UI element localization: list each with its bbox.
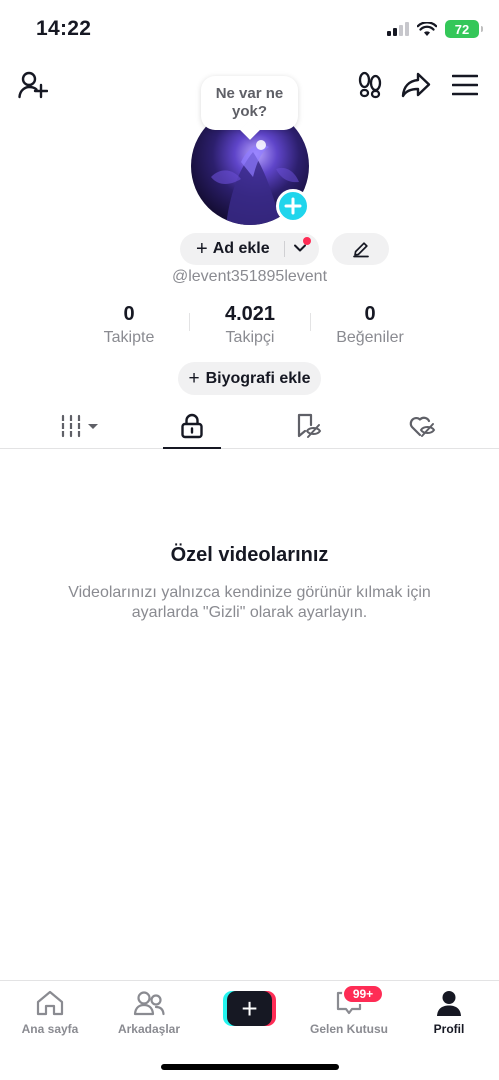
status-icons: 72 — [387, 20, 483, 38]
note-bubble[interactable]: Ne var ne yok? — [201, 76, 298, 130]
plus-icon: + — [188, 367, 200, 389]
followers-count: 4.021 — [224, 303, 276, 325]
home-icon — [36, 990, 64, 1016]
status-bar: 14:22 72 — [0, 0, 499, 56]
nav-inbox-label: Gelen Kutusu — [309, 1022, 388, 1036]
pencil-icon — [352, 242, 369, 258]
following-count: 0 — [123, 303, 135, 325]
share-icon — [401, 72, 431, 98]
wifi-icon — [417, 21, 437, 36]
menu-button[interactable] — [451, 72, 479, 98]
create-button[interactable]: + — [223, 991, 276, 1026]
nav-home[interactable]: Ana sayfa — [5, 987, 95, 1036]
profile-icon — [437, 991, 461, 1016]
add-bio-button[interactable]: + Biyografi ekle — [178, 362, 321, 395]
note-bubble-text: Ne var ne yok? — [215, 85, 284, 120]
tab-videos[interactable] — [35, 404, 125, 448]
nav-home-label: Ana sayfa — [21, 1022, 79, 1036]
cellular-signal-icon — [387, 22, 409, 36]
likes-count: 0 — [364, 303, 376, 325]
footprint-icon — [358, 71, 382, 99]
username: @levent351895levent — [171, 268, 328, 285]
add-avatar-button[interactable] — [276, 189, 310, 223]
empty-state-description: Videolarınızı yalnızca kendinize görünür… — [68, 584, 431, 621]
grid-icon — [60, 414, 98, 438]
profile-tabs — [0, 404, 499, 449]
nav-friends-label: Arkadaşlar — [117, 1022, 181, 1036]
profile-views-button[interactable] — [355, 70, 385, 100]
following-stat[interactable]: 0 Takipte — [64, 303, 194, 347]
likes-stat[interactable]: 0 Beğeniler — [305, 303, 435, 347]
battery-level: 72 — [454, 21, 470, 37]
nav-profile-label: Profil — [433, 1022, 465, 1036]
notification-dot — [303, 237, 311, 245]
followers-stat[interactable]: 4.021 Takipçi — [185, 303, 315, 347]
likes-label: Beğeniler — [336, 329, 404, 346]
edit-profile-button[interactable] — [332, 233, 389, 265]
plus-icon: + — [227, 991, 272, 1026]
followers-label: Takipçi — [225, 329, 275, 346]
nav-friends[interactable]: Arkadaşlar — [104, 987, 194, 1036]
heart-hidden-icon — [409, 416, 436, 437]
inbox-badge: 99+ — [342, 984, 384, 1004]
bookmark-hidden-icon — [297, 413, 322, 438]
add-name-button[interactable]: + Ad ekle — [180, 233, 319, 265]
divider — [284, 241, 285, 257]
tab-liked[interactable] — [394, 404, 452, 448]
add-friend-icon — [18, 71, 48, 99]
friends-icon — [133, 991, 165, 1016]
tab-private[interactable] — [163, 404, 221, 449]
add-friend-button[interactable] — [16, 68, 50, 102]
plus-icon — [284, 197, 302, 215]
following-label: Takipte — [103, 329, 155, 346]
empty-state-title: Özel videolarınız — [170, 544, 329, 566]
home-indicator — [161, 1064, 339, 1070]
lock-icon — [181, 413, 203, 439]
battery-indicator: 72 — [445, 20, 483, 38]
tab-saved[interactable] — [280, 404, 338, 448]
plus-icon: + — [196, 237, 208, 260]
add-name-label: Ad ekle — [212, 240, 270, 257]
share-profile-button[interactable] — [400, 70, 432, 100]
nav-profile[interactable]: Profil — [404, 987, 494, 1036]
add-bio-label: Biyografi ekle — [205, 369, 311, 387]
menu-icon — [452, 74, 478, 96]
status-time: 14:22 — [36, 17, 92, 40]
